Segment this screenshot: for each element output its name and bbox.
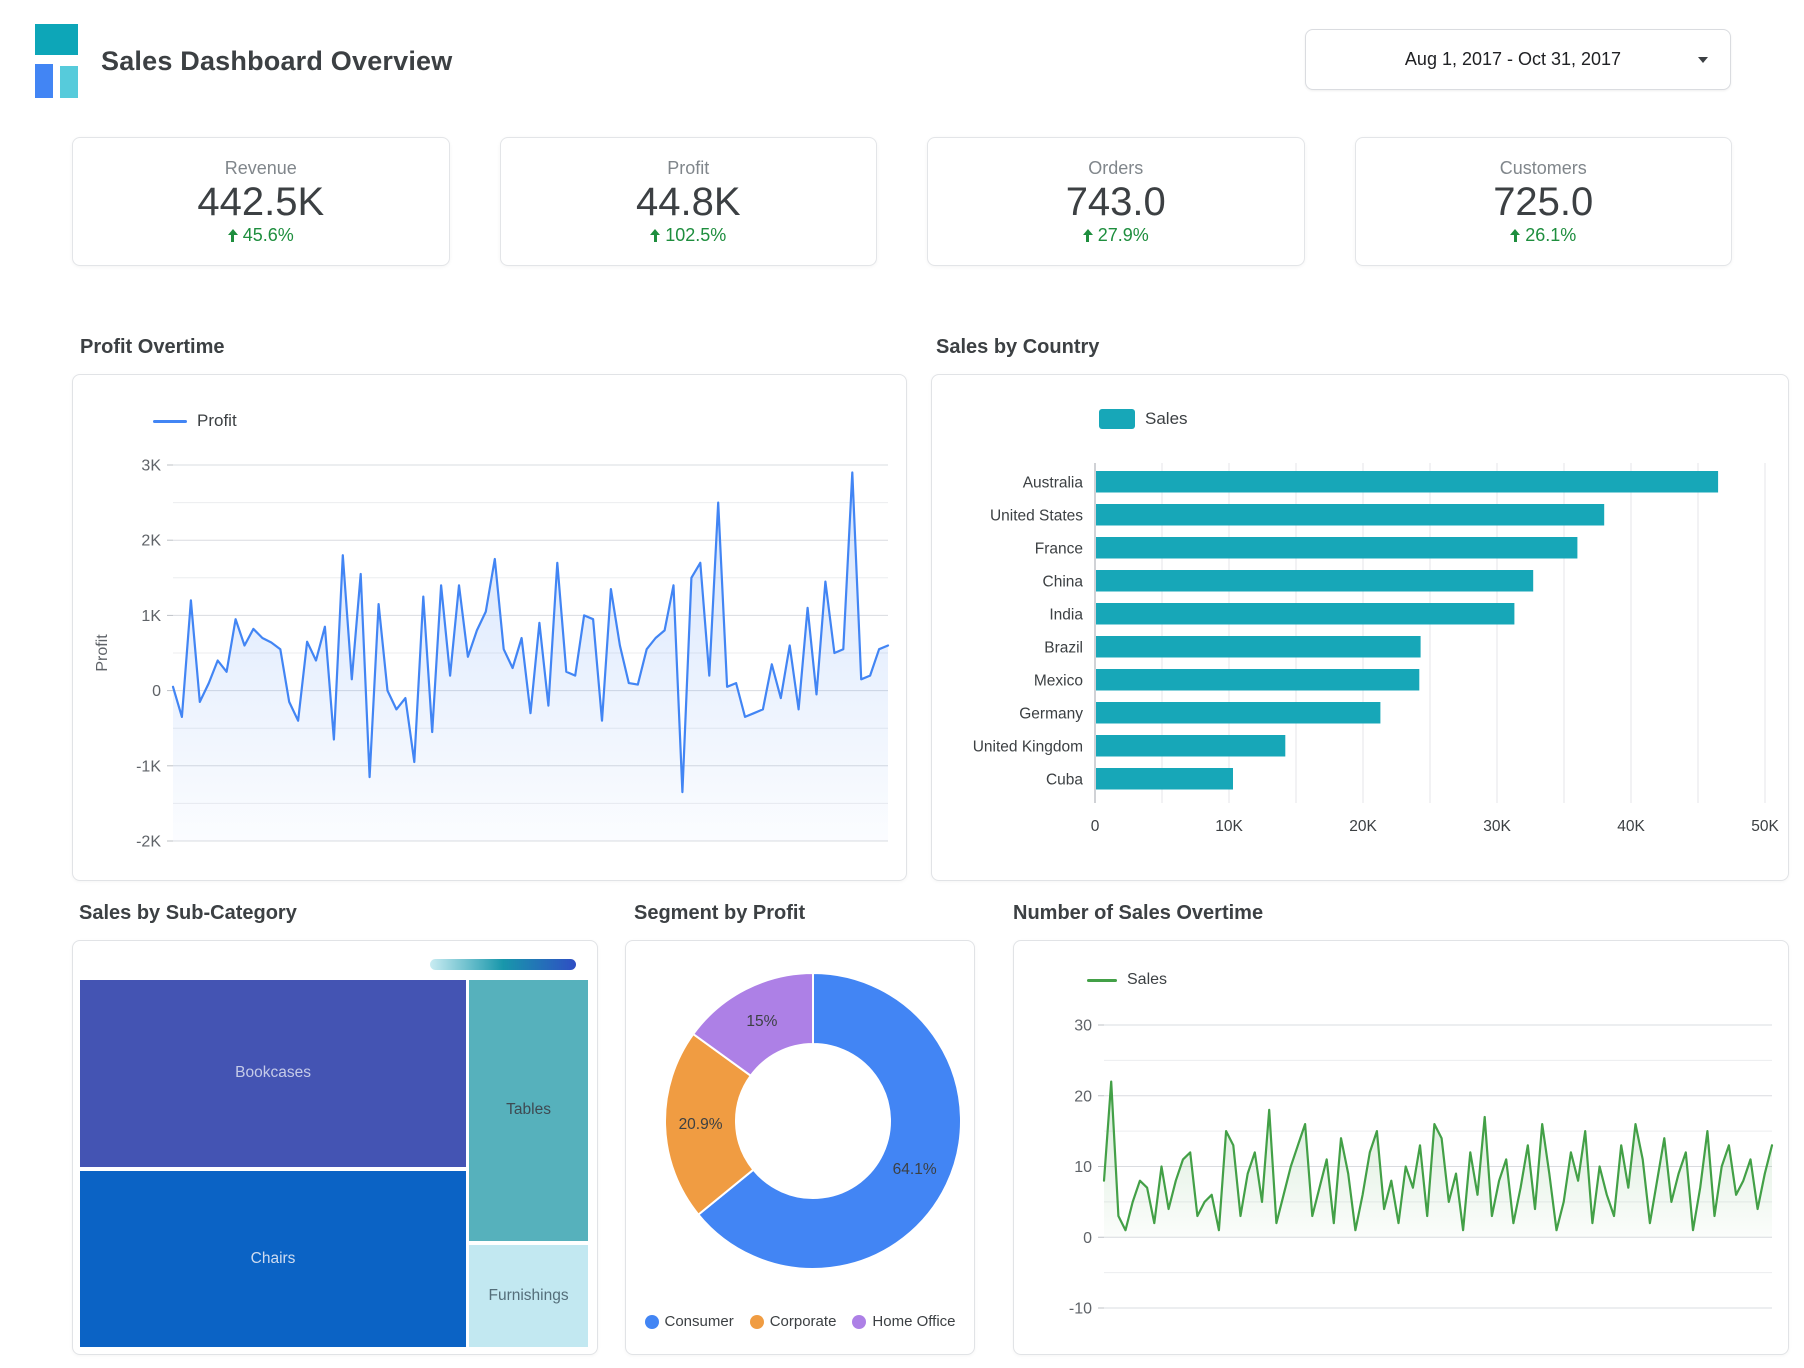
legend-corporate[interactable]: Corporate bbox=[750, 1313, 837, 1330]
kpi-delta: 26.1% bbox=[1510, 225, 1576, 246]
legend-sales-line[interactable]: Sales bbox=[1087, 971, 1167, 989]
svg-text:Mexico: Mexico bbox=[1034, 672, 1083, 689]
svg-text:United Kingdom: United Kingdom bbox=[973, 738, 1083, 755]
country-bar-chart[interactable]: Australia United States France China India Br… bbox=[932, 375, 1790, 882]
home-office-dot-icon bbox=[852, 1315, 866, 1329]
kpi-card-orders: Orders 743.0 27.9% bbox=[927, 137, 1305, 266]
legend-profit[interactable]: Profit bbox=[153, 411, 237, 431]
svg-text:-10: -10 bbox=[1069, 1301, 1092, 1318]
section-title-segment-by-profit: Segment by Profit bbox=[634, 902, 805, 925]
kpi-delta: 27.9% bbox=[1083, 225, 1149, 246]
treemap-tile-furnishings[interactable]: Furnishings bbox=[469, 1245, 588, 1347]
logo-square-bottom-right bbox=[60, 66, 78, 98]
page-title: Sales Dashboard Overview bbox=[101, 46, 452, 77]
increase-arrow-icon bbox=[650, 229, 660, 242]
kpi-card-customers: Customers 725.0 26.1% bbox=[1355, 137, 1733, 266]
legend-sales-label: Sales bbox=[1145, 409, 1188, 429]
profit-overtime-panel: Profit 3K 2K 1K 0 -1K -2K Profit bbox=[72, 374, 907, 881]
kpi-delta: 102.5% bbox=[650, 225, 726, 246]
segment-donut-chart[interactable]: 64.1% 20.9% 15% bbox=[626, 941, 976, 1286]
sales-by-country-panel: Sales Australia United States France China I… bbox=[931, 374, 1789, 881]
kpi-card-profit: Profit 44.8K 102.5% bbox=[500, 137, 878, 266]
legend-profit-label: Profit bbox=[197, 411, 237, 431]
kpi-label: Customers bbox=[1500, 158, 1587, 179]
svg-text:10K: 10K bbox=[1215, 818, 1243, 835]
treemap-tile-bookcases[interactable]: Bookcases bbox=[80, 980, 466, 1167]
legend-consumer[interactable]: Consumer bbox=[645, 1313, 734, 1330]
sales-line-swatch bbox=[1087, 979, 1117, 982]
svg-text:30K: 30K bbox=[1483, 818, 1511, 835]
profit-line-chart[interactable]: 3K 2K 1K 0 -1K -2K Profit bbox=[73, 375, 908, 882]
svg-text:20K: 20K bbox=[1349, 818, 1377, 835]
svg-text:United States: United States bbox=[990, 507, 1083, 524]
svg-text:20: 20 bbox=[1074, 1088, 1092, 1105]
kpi-label: Profit bbox=[667, 158, 709, 179]
increase-arrow-icon bbox=[228, 229, 238, 242]
logo-square-bottom-left bbox=[35, 64, 53, 98]
kpi-value: 743.0 bbox=[1066, 181, 1166, 223]
sales-bar-swatch bbox=[1099, 409, 1135, 429]
section-title-sales-by-country: Sales by Country bbox=[936, 336, 1099, 359]
svg-text:40K: 40K bbox=[1617, 818, 1645, 835]
svg-text:-1K: -1K bbox=[136, 758, 161, 775]
svg-text:Australia: Australia bbox=[1023, 474, 1084, 491]
svg-text:0: 0 bbox=[1091, 818, 1100, 835]
svg-text:Brazil: Brazil bbox=[1044, 639, 1083, 656]
logo-square-top bbox=[35, 24, 78, 55]
kpi-value: 725.0 bbox=[1493, 181, 1593, 223]
increase-arrow-icon bbox=[1083, 229, 1093, 242]
increase-arrow-icon bbox=[1510, 229, 1520, 242]
corporate-dot-icon bbox=[750, 1315, 764, 1329]
donut-legend: Consumer Corporate Home Office bbox=[626, 1313, 974, 1330]
section-title-sales-overtime: Number of Sales Overtime bbox=[1013, 902, 1263, 925]
svg-text:-2K: -2K bbox=[136, 834, 161, 851]
date-range-value: Aug 1, 2017 - Oct 31, 2017 bbox=[1328, 49, 1698, 70]
kpi-label: Orders bbox=[1088, 158, 1143, 179]
svg-text:0: 0 bbox=[152, 683, 161, 700]
legend-home-office[interactable]: Home Office bbox=[852, 1313, 955, 1330]
svg-text:1K: 1K bbox=[141, 608, 161, 625]
consumer-dot-icon bbox=[645, 1315, 659, 1329]
kpi-card-revenue: Revenue 442.5K 45.6% bbox=[72, 137, 450, 266]
kpi-row: Revenue 442.5K 45.6% Profit 44.8K 102.5%… bbox=[72, 137, 1732, 266]
treemap-tile-tables[interactable]: Tables bbox=[469, 980, 588, 1241]
svg-text:France: France bbox=[1035, 540, 1083, 557]
kpi-delta: 45.6% bbox=[228, 225, 294, 246]
segment-donut-panel: 64.1% 20.9% 15% Consumer Corporate Home Of… bbox=[625, 940, 975, 1355]
svg-text:2K: 2K bbox=[141, 533, 161, 550]
profit-line-swatch bbox=[153, 420, 187, 423]
kpi-value: 442.5K bbox=[197, 181, 324, 223]
treemap-tile-chairs[interactable]: Chairs bbox=[80, 1171, 466, 1347]
svg-text:Cuba: Cuba bbox=[1046, 771, 1083, 788]
kpi-value: 44.8K bbox=[636, 181, 741, 223]
section-title-profit-overtime: Profit Overtime bbox=[80, 336, 224, 359]
treemap-canvas[interactable]: BookcasesChairsTablesFurnishings bbox=[80, 980, 588, 1347]
sales-line-chart[interactable]: 30 20 10 0 -10 bbox=[1014, 941, 1790, 1356]
svg-text:India: India bbox=[1049, 606, 1083, 623]
kpi-label: Revenue bbox=[225, 158, 297, 179]
legend-sales-bars[interactable]: Sales bbox=[1099, 409, 1188, 429]
svg-text:15%: 15% bbox=[746, 1013, 777, 1030]
svg-text:30: 30 bbox=[1074, 1018, 1092, 1035]
sales-overtime-panel: Sales 30 20 10 0 -10 bbox=[1013, 940, 1789, 1355]
svg-text:3K: 3K bbox=[141, 458, 161, 475]
svg-text:10: 10 bbox=[1074, 1159, 1092, 1176]
svg-text:Profit: Profit bbox=[94, 634, 111, 672]
svg-text:50K: 50K bbox=[1751, 818, 1779, 835]
svg-text:20.9%: 20.9% bbox=[679, 1116, 723, 1133]
sales-dashboard: Sales Dashboard Overview Aug 1, 2017 - O… bbox=[0, 0, 1804, 1368]
treemap-panel: BookcasesChairsTablesFurnishings bbox=[72, 940, 598, 1355]
chevron-down-icon bbox=[1698, 57, 1708, 63]
svg-text:64.1%: 64.1% bbox=[893, 1161, 937, 1178]
svg-text:Germany: Germany bbox=[1019, 705, 1083, 722]
date-range-selector[interactable]: Aug 1, 2017 - Oct 31, 2017 bbox=[1305, 29, 1731, 90]
svg-text:China: China bbox=[1043, 573, 1084, 590]
legend-sales-line-label: Sales bbox=[1127, 971, 1167, 989]
svg-text:0: 0 bbox=[1083, 1230, 1092, 1247]
section-title-sales-by-subcategory: Sales by Sub-Category bbox=[79, 902, 297, 925]
app-logo-icon bbox=[35, 22, 79, 100]
treemap-gradient-legend bbox=[430, 959, 576, 970]
